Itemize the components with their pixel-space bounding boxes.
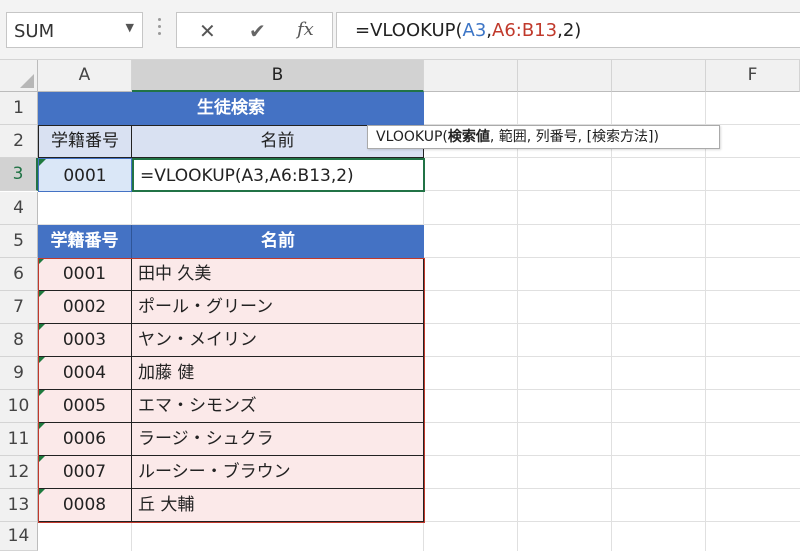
row-header-6[interactable]: 6	[0, 258, 38, 291]
row-header-11[interactable]: 11	[0, 423, 38, 456]
lookup-id-value: 0001	[63, 166, 107, 186]
error-indicator-icon	[38, 357, 45, 364]
student-id-cell[interactable]: 0005	[38, 390, 132, 423]
student-id: 0008	[62, 495, 107, 515]
formula-cell[interactable]: =VLOOKUP(A3,A6:B13,2)	[132, 158, 425, 192]
student-id-cell[interactable]: 0008	[38, 489, 132, 522]
row-header-14[interactable]: 14	[0, 522, 38, 551]
spreadsheet-grid: A B F 1 2 3 4 5 6 7 8 9 10 11 12 13 14 生徒検索 学籍番号 名前 0…	[0, 60, 800, 551]
name-box-value: SUM	[14, 21, 55, 42]
row-header-1[interactable]: 1	[0, 92, 38, 125]
lookup-id-cell[interactable]: 0001	[38, 158, 132, 192]
student-id-cell[interactable]: 0004	[38, 357, 132, 390]
student-name-cell[interactable]: ポール・グリーン	[132, 291, 424, 324]
error-indicator-icon	[38, 489, 45, 496]
row-header-10[interactable]: 10	[0, 390, 38, 423]
table-header-name[interactable]: 名前	[132, 225, 424, 258]
student-name-cell[interactable]: 加藤 健	[132, 357, 424, 390]
column-header-d[interactable]	[518, 60, 612, 92]
column-header-c[interactable]	[424, 60, 518, 92]
name-box[interactable]: SUM ▼	[6, 12, 143, 48]
formula-buttons: ✕ ✔ fx	[176, 12, 333, 48]
row-header-5[interactable]: 5	[0, 225, 38, 258]
select-all-icon	[20, 74, 34, 88]
row-header-9[interactable]: 9	[0, 357, 38, 390]
student-id: 0007	[62, 462, 107, 482]
row-header-3[interactable]: 3	[0, 158, 38, 191]
student-id: 0003	[62, 330, 107, 350]
student-name-cell[interactable]: ラージ・シュクラ	[132, 423, 424, 456]
gridline	[705, 92, 706, 551]
table-header-id[interactable]: 学籍番号	[38, 225, 132, 258]
column-header-a[interactable]: A	[38, 60, 132, 92]
column-header-b[interactable]: B	[132, 60, 424, 92]
row-header-8[interactable]: 8	[0, 324, 38, 357]
row-header-4[interactable]: 4	[0, 192, 38, 225]
student-name-cell[interactable]: ルーシー・ブラウン	[132, 456, 424, 489]
student-name-cell[interactable]: 田中 久美	[132, 258, 424, 291]
formula-bar-area: SUM ▼ ✕ ✔ fx =VLOOKUP(A3,A6:B13,2)	[0, 0, 800, 60]
column-header-f[interactable]: F	[706, 60, 800, 92]
select-all-corner[interactable]	[0, 60, 38, 92]
formula-text: =VLOOKUP(A3,A6:B13,2)	[355, 20, 582, 41]
row-header-7[interactable]: 7	[0, 291, 38, 324]
cancel-icon[interactable]: ✕	[199, 19, 216, 43]
student-id-cell[interactable]: 0006	[38, 423, 132, 456]
error-indicator-icon	[38, 390, 45, 397]
title-cell[interactable]: 生徒検索	[38, 92, 424, 125]
error-indicator-icon	[38, 258, 45, 265]
error-indicator-icon	[38, 291, 45, 298]
enter-icon[interactable]: ✔	[249, 19, 266, 43]
student-id-cell[interactable]: 0002	[38, 291, 132, 324]
insert-function-icon[interactable]: fx	[297, 19, 314, 40]
formula-input[interactable]: =VLOOKUP(A3,A6:B13,2)	[336, 12, 800, 48]
student-id: 0002	[62, 297, 107, 317]
lookup-header-id[interactable]: 学籍番号	[38, 125, 132, 158]
row-header-2[interactable]: 2	[0, 125, 38, 158]
error-indicator-icon	[38, 324, 45, 331]
error-indicator-icon	[38, 456, 45, 463]
student-id: 0006	[62, 429, 107, 449]
column-header-e[interactable]	[612, 60, 706, 92]
student-id: 0001	[62, 264, 107, 284]
row-header-13[interactable]: 13	[0, 489, 38, 522]
row-header-12[interactable]: 12	[0, 456, 38, 489]
student-id-cell[interactable]: 0003	[38, 324, 132, 357]
student-id-cell[interactable]: 0001	[38, 258, 132, 291]
student-name-cell[interactable]: エマ・シモンズ	[132, 390, 424, 423]
function-tooltip: VLOOKUP(検索値, 範囲, 列番号, [検索方法])	[367, 125, 720, 149]
student-id-cell[interactable]: 0007	[38, 456, 132, 489]
drag-handle-icon[interactable]	[152, 18, 166, 42]
student-name-cell[interactable]: 丘 大輔	[132, 489, 424, 522]
chevron-down-icon[interactable]: ▼	[126, 21, 134, 34]
error-indicator-icon	[39, 159, 46, 166]
student-id: 0005	[62, 396, 107, 416]
gridline	[517, 92, 518, 551]
gridline	[611, 92, 612, 551]
error-indicator-icon	[38, 423, 45, 430]
student-id: 0004	[62, 363, 107, 383]
student-name-cell[interactable]: ヤン・メイリン	[132, 324, 424, 357]
